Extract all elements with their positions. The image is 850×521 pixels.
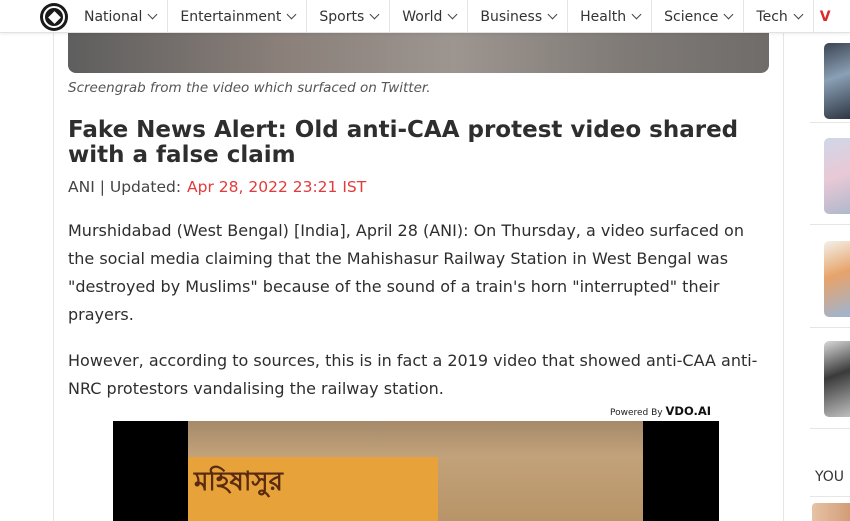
divider	[810, 496, 850, 497]
divider	[810, 428, 850, 429]
byline-source: ANI | Updated:	[68, 178, 182, 196]
chevron-down-icon	[147, 9, 158, 20]
nav-item-sports[interactable]: Sports	[306, 0, 389, 33]
article-paragraph-1: Murshidabad (West Bengal) [India], April…	[68, 221, 744, 324]
nav-item-tech[interactable]: Tech	[743, 0, 812, 33]
article-image	[68, 33, 769, 73]
divider	[810, 224, 850, 225]
related-story-thumbnail[interactable]	[812, 503, 850, 521]
station-sign: মহিষাসুর	[188, 457, 438, 521]
related-story-thumbnail[interactable]	[824, 43, 850, 119]
chevron-down-icon	[547, 9, 558, 20]
chevron-down-icon	[631, 9, 642, 20]
chevron-down-icon	[793, 9, 804, 20]
byline-date: Apr 28, 2022 23:21 IST	[187, 178, 367, 196]
chevron-down-icon	[369, 9, 380, 20]
nav-item-national[interactable]: National	[72, 0, 167, 33]
right-sidebar: YOU	[810, 33, 850, 521]
video-frame: মহিষাসুর	[188, 421, 643, 521]
video-player[interactable]: মহিষাসুর	[113, 421, 719, 521]
related-story-thumbnail[interactable]	[824, 138, 850, 214]
vdo-ai-brand: VDO.AI	[665, 404, 712, 418]
nav-item-entertainment[interactable]: Entertainment	[167, 0, 306, 33]
station-sign-text: মহিষাসুর	[194, 467, 283, 497]
article-byline: ANI | Updated: Apr 28, 2022 23:21 IST	[68, 178, 366, 196]
powered-by-label: Powered By	[610, 408, 663, 418]
chevron-down-icon	[447, 9, 458, 20]
video-ad-attribution[interactable]: Powered By VDO.AI	[610, 404, 711, 418]
chevron-down-icon	[723, 9, 734, 20]
nav-menu: National Entertainment Sports World Busi…	[72, 0, 831, 33]
site-logo-icon[interactable]	[40, 3, 68, 31]
article-column: Screengrab from the video which surfaced…	[53, 0, 784, 521]
top-navigation: National Entertainment Sports World Busi…	[0, 0, 850, 33]
related-story-thumbnail[interactable]	[824, 341, 850, 417]
image-caption: Screengrab from the video which surfaced…	[68, 80, 431, 96]
article-paragraph-2: However, according to sources, this is i…	[68, 351, 758, 398]
article-headline: Fake News Alert: Old anti-CAA protest vi…	[68, 117, 739, 168]
divider	[810, 122, 850, 123]
chevron-down-icon	[286, 9, 297, 20]
sidebar-section-label: YOU	[815, 469, 845, 485]
nav-item-world[interactable]: World	[389, 0, 467, 33]
nav-item-partial[interactable]: V	[812, 0, 831, 33]
nav-item-health[interactable]: Health	[567, 0, 651, 33]
divider	[810, 327, 850, 328]
nav-item-science[interactable]: Science	[651, 0, 743, 33]
nav-item-business[interactable]: Business	[467, 0, 567, 33]
related-story-thumbnail[interactable]	[824, 241, 850, 317]
